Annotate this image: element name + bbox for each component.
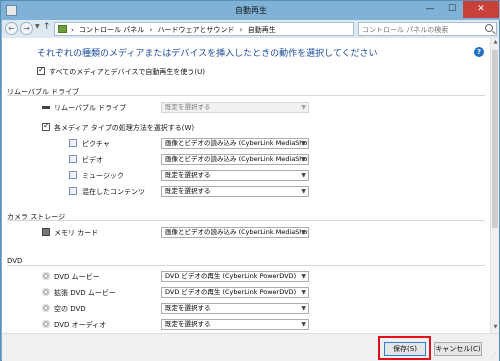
breadcrumb-hardware-sound[interactable]: ハードウェアとサウンド [158, 26, 235, 34]
divider [7, 220, 485, 221]
blank-dvd-dropdown[interactable]: 既定を選択する ▼ [161, 303, 309, 314]
videos-dropdown[interactable]: 画像とビデオの読み込み (CyberLink MediaShow) ▼ [161, 154, 309, 165]
blank-dvd-label: 空の DVD [54, 305, 86, 313]
scroll-up-icon[interactable]: ▲ [492, 39, 499, 47]
dvd-audio-dropdown[interactable]: 既定を選択する ▼ [161, 319, 309, 330]
save-button[interactable]: 保存(S) [384, 342, 426, 356]
search-icon[interactable] [485, 24, 493, 32]
choose-each-media-checkbox[interactable] [42, 121, 50, 131]
divider [7, 265, 485, 266]
pictures-label: ピクチャ [82, 140, 110, 148]
dvd-movie-dropdown[interactable]: DVD ビデオの再生 (CyberLink PowerDVD) ▼ [161, 271, 309, 282]
up-button[interactable]: ↑ [43, 22, 51, 32]
mixed-content-icon [69, 187, 77, 195]
page-title: それぞれの種類のメディアまたはデバイスを挿入したときの動作を選択してください [37, 49, 378, 59]
search-input[interactable] [362, 24, 482, 35]
pictures-icon [69, 139, 77, 147]
breadcrumb-autoplay[interactable]: 自動再生 [248, 26, 276, 34]
chevron-down-icon: ▼ [301, 172, 306, 179]
dvd-icon [42, 320, 50, 328]
enhanced-dvd-movie-dropdown[interactable]: DVD ビデオの再生 (CyberLink PowerDVD) ▼ [161, 287, 309, 298]
breadcrumb-control-panel[interactable]: コントロール パネル [79, 26, 144, 34]
dropdown-value: 既定を選択する [165, 304, 211, 312]
chevron-down-icon: ▼ [301, 188, 306, 195]
music-label: ミュージック [82, 172, 124, 180]
address-box[interactable]: › コントロール パネル › ハードウェアとサウンド › 自動再生 ▼ ↻ [54, 22, 406, 36]
footer: 保存(S) キャンセル(C) ⋰ [2, 333, 499, 361]
chevron-down-icon: ▼ [301, 156, 306, 163]
chevron-down-icon: ▼ [301, 140, 306, 147]
dropdown-value: 画像とビデオの読み込み (CyberLink MediaShow) [165, 228, 309, 236]
chevron-down-icon: ▼ [301, 321, 306, 328]
help-icon[interactable]: ? [474, 47, 484, 57]
pictures-dropdown[interactable]: 画像とビデオの読み込み (CyberLink MediaShow) ▼ [161, 138, 309, 149]
removable-drive-dropdown[interactable]: 既定を選択する ▼ [161, 102, 309, 113]
chevron-down-icon: ▼ [301, 305, 306, 312]
back-button[interactable]: ← [5, 22, 18, 35]
music-dropdown[interactable]: 既定を選択する ▼ [161, 170, 309, 181]
chevron-down-icon: ▼ [301, 289, 306, 296]
dvd-icon [42, 288, 50, 296]
enhanced-dvd-movie-label: 拡張 DVD ムービー [54, 289, 116, 297]
divider [7, 95, 485, 96]
dvd-icon [42, 272, 50, 280]
memory-card-label: メモリ カード [54, 229, 99, 237]
dvd-audio-label: DVD オーディオ [54, 321, 107, 329]
content-pane: それぞれの種類のメディアまたはデバイスを挿入したときの動作を選択してください ?… [2, 38, 490, 333]
breadcrumb: › コントロール パネル › ハードウェアとサウンド › 自動再生 [71, 25, 279, 35]
maximize-button[interactable]: ☐ [441, 1, 463, 18]
chevron-down-icon: ▼ [301, 104, 306, 111]
resize-grip-icon[interactable]: ⋰ [490, 352, 496, 359]
dropdown-value: 既定を選択する [165, 187, 211, 195]
breadcrumb-separator[interactable]: › [71, 26, 74, 34]
address-bar: ← → ▼ ↑ › コントロール パネル › ハードウェアとサウンド › 自動再… [2, 20, 499, 38]
mixed-content-label: 混在したコンテンツ [82, 188, 145, 196]
videos-icon [69, 155, 77, 163]
control-panel-icon [58, 25, 67, 33]
memory-card-icon [42, 228, 50, 236]
cancel-button[interactable]: キャンセル(C) [434, 342, 482, 356]
dropdown-value: 画像とビデオの読み込み (CyberLink MediaShow) [165, 139, 309, 147]
dropdown-value: 既定を選択する [165, 103, 211, 111]
vertical-scrollbar[interactable]: ▲ ▼ [490, 38, 499, 333]
removable-drive-icon [42, 106, 50, 109]
dropdown-value: DVD ビデオの再生 (CyberLink PowerDVD) [165, 272, 297, 280]
videos-label: ビデオ [82, 156, 103, 164]
scroll-down-icon[interactable]: ▼ [492, 324, 499, 332]
dropdown-value: 既定を選択する [165, 171, 211, 179]
breadcrumb-separator[interactable]: › [240, 26, 243, 34]
title-bar[interactable]: 自動再生 — ☐ ✕ [1, 1, 500, 20]
dropdown-value: DVD ビデオの再生 (CyberLink PowerDVD) [165, 288, 297, 296]
removable-drive-label: リムーバブル ドライブ [54, 104, 127, 112]
close-button[interactable]: ✕ [463, 1, 499, 18]
dropdown-value: 画像とビデオの読み込み (CyberLink MediaShow) [165, 155, 309, 163]
memory-card-dropdown[interactable]: 画像とビデオの読み込み (CyberLink MediaShow) ▼ [161, 227, 309, 238]
window: 自動再生 — ☐ ✕ ← → ▼ ↑ › コントロール パネル › ハードウェア… [0, 0, 500, 361]
chevron-down-icon: ▼ [301, 273, 306, 280]
section-dvd: DVD [7, 257, 23, 265]
minimize-button[interactable]: — [419, 1, 441, 18]
use-autoplay-checkbox[interactable] [37, 65, 45, 75]
breadcrumb-separator[interactable]: › [150, 26, 153, 34]
dvd-icon [42, 304, 50, 312]
dvd-movie-label: DVD ムービー [54, 273, 100, 281]
music-icon [69, 171, 77, 179]
recent-locations-chevron-icon[interactable]: ▼ [35, 23, 40, 30]
dropdown-value: 既定を選択する [165, 320, 211, 328]
forward-button[interactable]: → [20, 22, 33, 35]
search-box[interactable] [358, 22, 497, 36]
scrollbar-thumb[interactable] [492, 50, 498, 228]
use-autoplay-label[interactable]: すべてのメディアとデバイスで自動再生を使う(U) [49, 67, 205, 77]
choose-each-media-label[interactable]: 各メディア タイプの処理方法を選択する(W) [54, 123, 194, 133]
chevron-down-icon: ▼ [301, 229, 306, 236]
mixed-content-dropdown[interactable]: 既定を選択する ▼ [161, 186, 309, 197]
